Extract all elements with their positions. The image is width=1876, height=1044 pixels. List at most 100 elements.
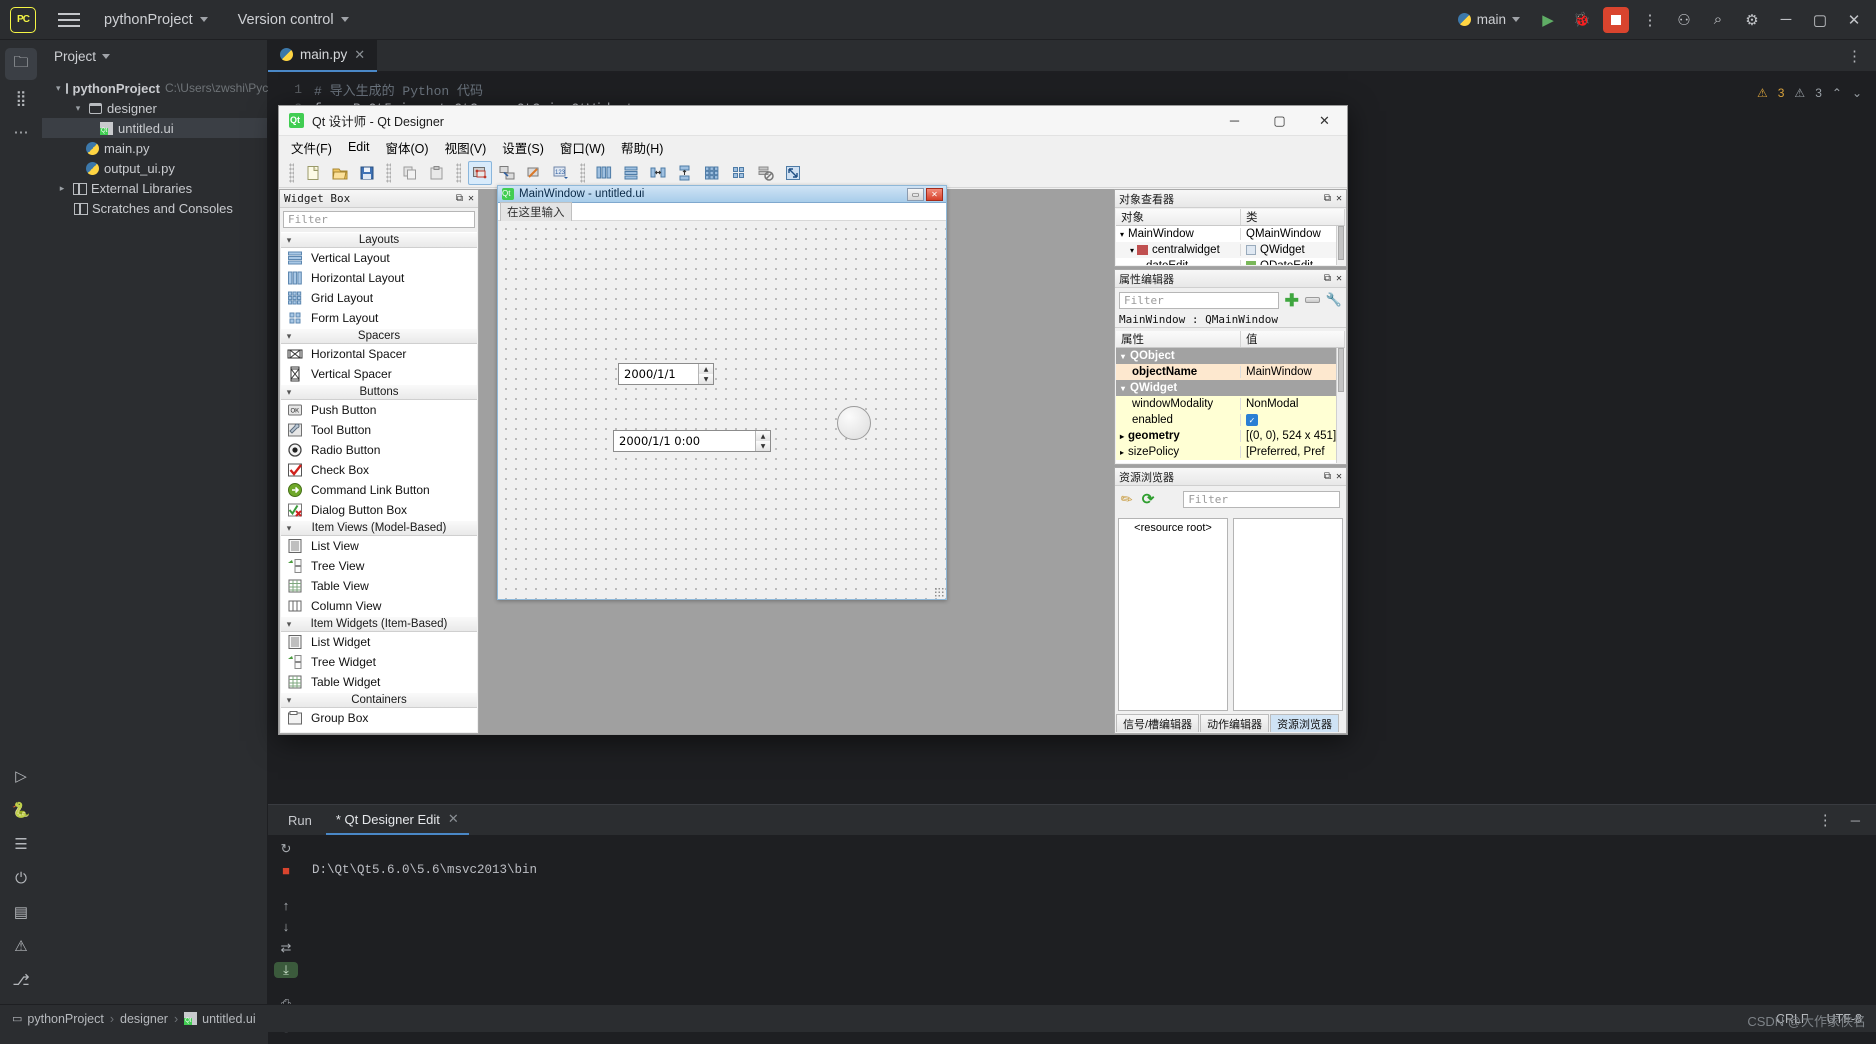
widget-item-table-view[interactable]: Table View <box>281 576 477 596</box>
editor-tab-main-py[interactable]: main.py ✕ <box>268 39 378 72</box>
breadcrumb-item-project[interactable]: ▭ pythonProject <box>12 1012 104 1026</box>
open-file-icon[interactable] <box>328 161 352 185</box>
minimize-panel-icon[interactable]: ─ <box>1851 813 1876 828</box>
rerun-icon[interactable]: ↻ <box>274 841 298 857</box>
save-file-icon[interactable] <box>355 161 379 185</box>
sidebar-item-services[interactable]: ☰ <box>5 828 37 860</box>
layout-grid-icon[interactable] <box>700 161 724 185</box>
edit-signals-slots-icon[interactable] <box>495 161 519 185</box>
widget-box-list[interactable]: ▾ Layouts Vertical Layout Horizontal Lay… <box>281 232 477 732</box>
chevron-down-icon[interactable]: ▾ <box>56 83 61 94</box>
sidebar-item-project[interactable]: 🗀 <box>5 48 37 80</box>
layout-form-icon[interactable] <box>727 161 751 185</box>
form-window[interactable]: MainWindow - untitled.ui ▭ ✕ 在这里输入 2000/… <box>497 185 947 600</box>
toolbar-grip[interactable] <box>386 162 391 183</box>
menu-view[interactable]: 视图(V) <box>445 138 487 157</box>
property-value[interactable]: MainWindow <box>1241 366 1345 378</box>
widget-item-form-layout[interactable]: Form Layout <box>281 308 477 328</box>
reload-icon[interactable]: ⟳ <box>1142 490 1155 508</box>
tree-item-scratches-and-consoles[interactable]: Scratches and Consoles <box>42 198 267 218</box>
menu-window[interactable]: 窗口(W) <box>560 138 605 157</box>
sidebar-item-problems[interactable]: ⚠ <box>5 930 37 962</box>
float-icon[interactable]: ⧉ <box>456 193 463 204</box>
run-configuration-selector[interactable]: main <box>1448 6 1530 34</box>
sidebar-item-more[interactable]: ⋯ <box>5 116 37 148</box>
stop-button[interactable] <box>1600 5 1632 35</box>
resource-tree-pane[interactable]: <resource root> <box>1118 518 1228 711</box>
scroll-down-icon[interactable]: ↓ <box>274 919 298 934</box>
adjust-size-icon[interactable] <box>781 161 805 185</box>
tree-item-untitled-ui[interactable]: untitled.ui <box>42 118 267 138</box>
form-widget-dateedit[interactable]: 2000/1/1 ▲ ▼ <box>618 363 714 385</box>
remove-property-icon[interactable] <box>1304 297 1320 303</box>
sidebar-item-version-control[interactable]: ⎇ <box>5 964 37 996</box>
widget-category-containers[interactable]: ▾ Containers <box>281 692 477 708</box>
menubar-placeholder[interactable]: 在这里输入 <box>500 201 572 222</box>
sidebar-item-structure[interactable]: ⣿ <box>5 82 37 114</box>
widget-item-radio-button[interactable]: Radio Button <box>281 440 477 460</box>
close-icon[interactable]: ✕ <box>1302 106 1347 136</box>
widget-category-buttons[interactable]: ▾ Buttons <box>281 384 477 400</box>
project-panel-header[interactable]: Project <box>42 40 267 72</box>
widget-item-tool-button[interactable]: Tool Button <box>281 420 477 440</box>
chevron-down-icon[interactable]: ▾ <box>72 103 84 114</box>
scroll-to-end-icon[interactable]: ⤓ <box>274 962 298 978</box>
minimize-icon[interactable]: ─ <box>1770 5 1802 35</box>
editor-options-icon[interactable]: ⋮ <box>1847 47 1876 65</box>
property-group-qobject[interactable]: ▾ QObject <box>1116 348 1345 364</box>
break-layout-icon[interactable] <box>754 161 778 185</box>
edit-resources-icon[interactable]: ✎ <box>1117 489 1136 510</box>
form-canvas[interactable]: 2000/1/1 ▲ ▼ 2000/1/1 0:00 ▲ ▼ <box>498 221 946 599</box>
menu-file[interactable]: 文件(F) <box>291 138 332 157</box>
widget-item-list-view[interactable]: List View <box>281 536 477 556</box>
run-panel-options-icon[interactable]: ⋮ <box>1818 811 1847 829</box>
new-file-icon[interactable] <box>301 161 325 185</box>
float-icon[interactable]: ⧉ <box>1324 193 1331 204</box>
widget-item-tree-view[interactable]: Tree View <box>281 556 477 576</box>
sidebar-item-debug[interactable]: ⏻ <box>5 862 37 894</box>
widget-item-tree-widget[interactable]: Tree Widget <box>281 652 477 672</box>
chevron-down-icon[interactable]: ▾ <box>1121 352 1125 361</box>
resource-filter-input[interactable]: Filter <box>1183 490 1340 508</box>
property-value[interactable]: NonModal <box>1241 398 1345 410</box>
chevron-down-icon[interactable]: ▾ <box>1120 230 1124 239</box>
property-row-objectname[interactable]: objectName MainWindow <box>1116 364 1345 380</box>
close-icon[interactable]: ✕ <box>1838 5 1870 35</box>
search-icon[interactable]: ⌕ <box>1702 5 1734 35</box>
widget-item-grid-layout[interactable]: Grid Layout <box>281 288 477 308</box>
tree-item-output-ui-py[interactable]: output_ui.py <box>42 158 267 178</box>
close-icon[interactable]: ✕ <box>448 811 459 827</box>
layout-vertical-icon[interactable] <box>619 161 643 185</box>
edit-tab-order-icon[interactable]: 123 <box>549 161 573 185</box>
form-resize-grip[interactable] <box>934 587 944 597</box>
widget-category-item-widgets[interactable]: ▾ Item Widgets (Item-Based) <box>281 616 477 632</box>
float-icon[interactable]: ⧉ <box>1324 273 1331 284</box>
tab-resource-browser[interactable]: 资源浏览器 <box>1270 714 1340 732</box>
close-icon[interactable]: ✕ <box>468 193 474 204</box>
stop-icon[interactable]: ■ <box>274 863 298 878</box>
object-inspector-scrollbar[interactable] <box>1336 226 1345 265</box>
configure-icon[interactable]: 🔧 <box>1326 292 1342 308</box>
datetimeedit-spinner[interactable]: ▲ ▼ <box>755 431 770 451</box>
toolbar-grip[interactable] <box>456 162 461 183</box>
close-icon[interactable]: ✕ <box>926 187 943 201</box>
sidebar-item-terminal[interactable]: ▤ <box>5 896 37 928</box>
more-icon[interactable]: ⋮ <box>1634 5 1666 35</box>
widget-item-list-widget[interactable]: List Widget <box>281 632 477 652</box>
widget-item-table-widget[interactable]: Table Widget <box>281 672 477 692</box>
tree-item-pythonproject[interactable]: ▾ pythonProject C:\Users\zwshi\Pych <box>42 78 275 98</box>
widget-item-horizontal-layout[interactable]: Horizontal Layout <box>281 268 477 288</box>
widget-item-column-view[interactable]: Column View <box>281 596 477 616</box>
property-row-sizepolicy[interactable]: ▸ sizePolicy [Preferred, Pref <box>1116 444 1345 460</box>
enabled-checkbox[interactable]: ✓ <box>1246 414 1258 426</box>
widget-item-vertical-layout[interactable]: Vertical Layout <box>281 248 477 268</box>
toolbar-grip[interactable] <box>289 162 294 183</box>
widget-box-filter[interactable]: Filter <box>283 211 475 228</box>
maximize-icon[interactable]: ▢ <box>1804 5 1836 35</box>
widget-item-push-button[interactable]: OK Push Button <box>281 400 477 420</box>
add-property-icon[interactable]: ✚ <box>1285 292 1299 309</box>
chevron-up-icon[interactable]: ⌃ <box>1832 86 1842 100</box>
layout-horizontal-icon[interactable] <box>592 161 616 185</box>
tree-item-designer[interactable]: ▾ designer <box>42 98 267 118</box>
resource-preview-pane[interactable] <box>1233 518 1343 711</box>
